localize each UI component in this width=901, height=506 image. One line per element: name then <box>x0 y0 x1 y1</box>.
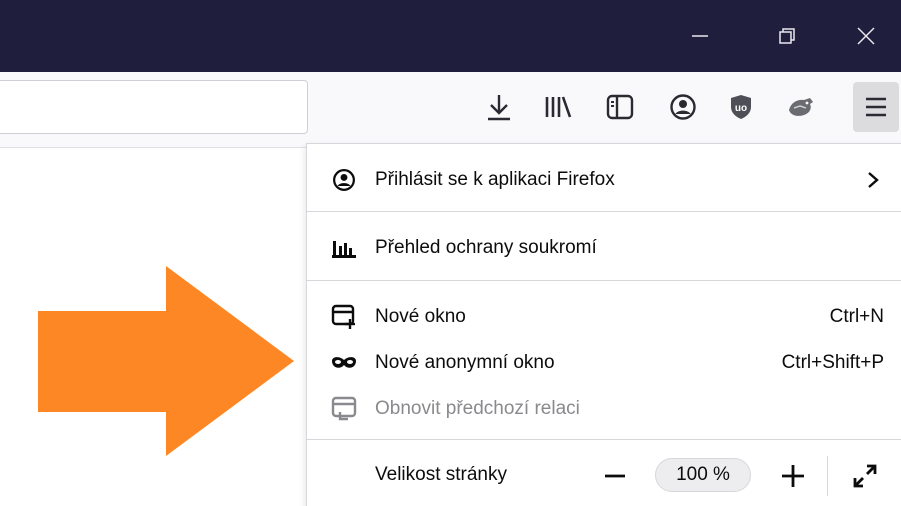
new-window-icon <box>329 302 359 332</box>
zoom-divider <box>827 456 828 496</box>
menu-item-label: Nové anonymní okno <box>375 352 555 373</box>
navigation-toolbar: uo <box>0 72 901 148</box>
zoom-out-button[interactable] <box>597 458 633 494</box>
hamburger-menu-icon <box>866 97 886 117</box>
restore-button[interactable] <box>752 0 822 72</box>
app-menu-panel: Přihlásit se k aplikaci Firefox Přehled … <box>306 143 901 506</box>
restore-icon <box>779 28 795 44</box>
library-icon <box>545 96 572 118</box>
sidebar-icon <box>606 94 634 120</box>
account-icon <box>670 94 696 120</box>
chevron-right-icon <box>866 170 880 190</box>
ublock-extension-button[interactable]: uo <box>719 82 763 132</box>
plus-icon <box>782 465 804 487</box>
fullscreen-button[interactable] <box>847 458 883 494</box>
menu-item-label: Přihlásit se k aplikaci Firefox <box>375 169 615 190</box>
account-button[interactable] <box>661 82 705 132</box>
zoom-label: Velikost stránky <box>375 464 507 485</box>
sidebar-button[interactable] <box>598 82 642 132</box>
zoom-controls: Velikost stránky 100 % <box>307 444 901 504</box>
menu-item-label: Obnovit předchozí relaci <box>375 398 580 419</box>
extension-button[interactable] <box>779 82 823 132</box>
url-bar[interactable] <box>0 80 308 134</box>
menu-item-label: Nové okno <box>375 306 466 327</box>
download-icon <box>488 95 510 121</box>
keyboard-shortcut: Ctrl+N <box>829 306 884 327</box>
menu-item-protections-dashboard[interactable]: Přehled ochrany soukromí <box>307 220 901 276</box>
open-menu-button[interactable] <box>853 82 899 132</box>
menu-separator <box>307 280 901 281</box>
menu-item-restore-session: Obnovit předchozí relaci <box>307 386 901 432</box>
restore-session-icon <box>329 394 359 424</box>
fullscreen-icon <box>853 464 877 488</box>
extension-icon <box>789 98 813 116</box>
menu-item-sign-in[interactable]: Přihlásit se k aplikaci Firefox <box>307 152 901 208</box>
zoom-reset-button[interactable]: 100 % <box>655 458 751 492</box>
close-icon <box>857 27 875 45</box>
protections-dashboard-icon <box>329 233 359 263</box>
menu-item-private-window[interactable]: Nové anonymní okno Ctrl+Shift+P <box>307 340 901 386</box>
orange-arrow-graphic <box>38 266 294 456</box>
zoom-in-button[interactable] <box>775 458 811 494</box>
menu-item-new-window[interactable]: Nové okno Ctrl+N <box>307 294 901 340</box>
menu-separator <box>307 211 901 212</box>
close-window-button[interactable] <box>831 0 901 72</box>
library-button[interactable] <box>536 82 580 132</box>
minimize-icon <box>692 35 708 37</box>
account-icon <box>329 165 359 195</box>
zoom-value: 100 % <box>676 464 730 485</box>
downloads-button[interactable] <box>477 82 521 132</box>
keyboard-shortcut: Ctrl+Shift+P <box>781 352 884 373</box>
private-mask-icon <box>329 348 359 378</box>
ublock-icon: uo <box>731 95 751 119</box>
svg-text:uo: uo <box>735 103 747 114</box>
minus-icon <box>605 474 625 478</box>
window-titlebar <box>0 0 901 72</box>
minimize-button[interactable] <box>665 0 735 72</box>
menu-item-label: Přehled ochrany soukromí <box>375 237 597 258</box>
menu-separator <box>307 439 901 440</box>
